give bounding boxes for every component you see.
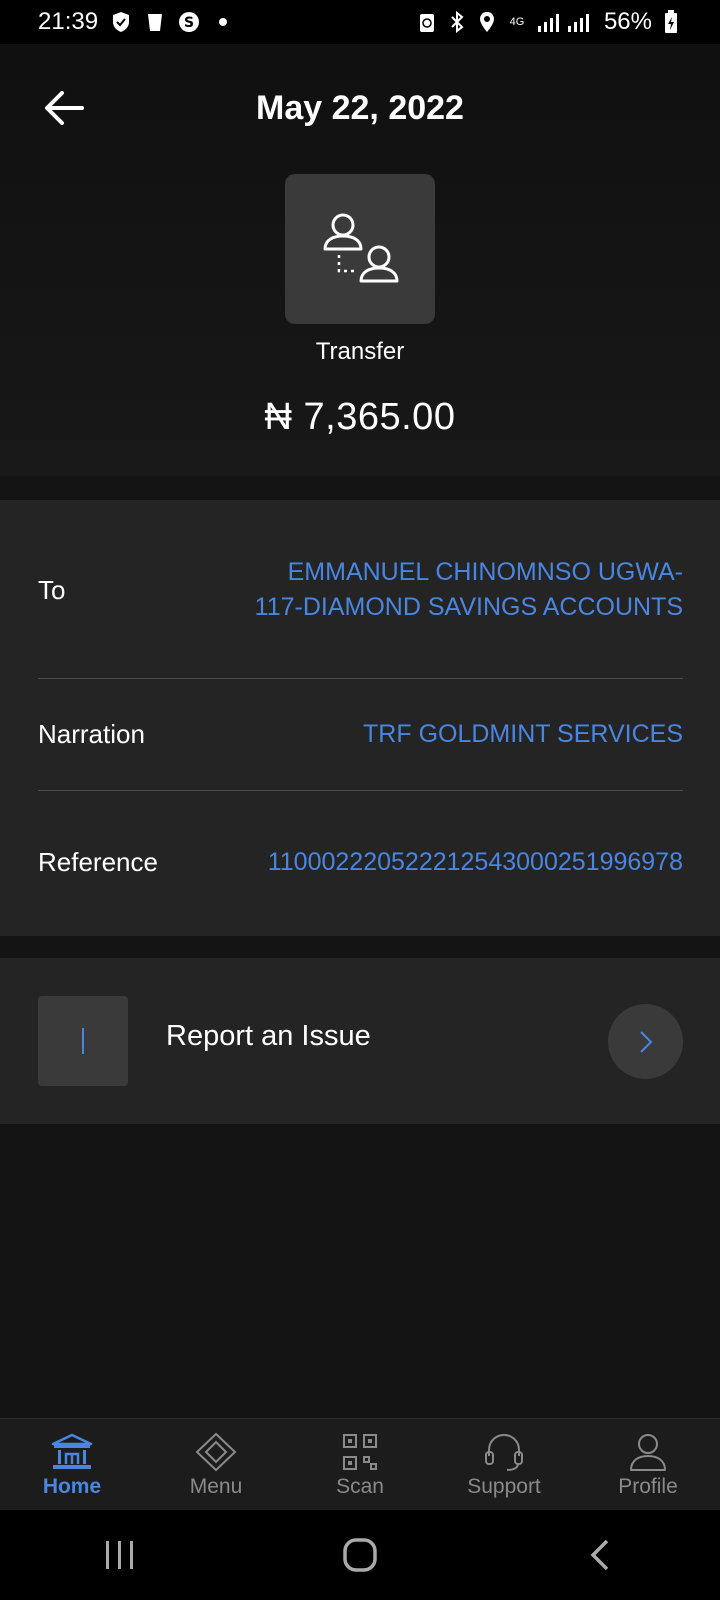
page-title: May 22, 2022	[256, 89, 464, 127]
diamond-menu-icon	[195, 1431, 237, 1473]
nav-support-label: Support	[467, 1475, 541, 1498]
transaction-header: May 22, 2022 Transfer ₦ 7,365.00	[0, 44, 720, 476]
report-issue-arrow[interactable]	[608, 1004, 683, 1079]
status-time: 21:39	[38, 8, 99, 35]
svg-text:S: S	[184, 15, 194, 31]
nav-support[interactable]: Support	[432, 1419, 576, 1510]
trash-icon	[144, 10, 166, 34]
transfer-users-icon	[285, 174, 435, 324]
system-nav-bar	[0, 1510, 720, 1600]
reference-value[interactable]: 110002220522212543000251996978	[218, 845, 683, 880]
dot-icon	[212, 10, 234, 34]
transaction-details-card: To EMMANUEL CHINOMNSO UGWA-117-DIAMOND S…	[0, 500, 720, 936]
detail-row-reference: Reference 110002220522212543000251996978	[38, 826, 683, 898]
transaction-type: Transfer	[315, 338, 405, 365]
report-issue-label: Report an Issue	[166, 1020, 371, 1052]
battery-icon	[660, 10, 682, 34]
nav-profile-label: Profile	[618, 1475, 678, 1498]
detail-row-narration: Narration TRF GOLDMINT SERVICES	[38, 712, 683, 756]
s-app-icon: S	[178, 10, 200, 34]
nav-home[interactable]: Home	[0, 1419, 144, 1510]
nav-profile[interactable]: Profile	[576, 1419, 720, 1510]
narration-value[interactable]: TRF GOLDMINT SERVICES	[363, 717, 683, 752]
nav-menu-label: Menu	[189, 1475, 243, 1498]
qr-scan-icon	[342, 1431, 378, 1473]
headset-icon	[483, 1431, 525, 1473]
nav-scan-label: Scan	[336, 1475, 384, 1498]
profile-icon	[629, 1431, 667, 1473]
recent-apps-icon	[106, 1541, 133, 1569]
detail-row-to: To EMMANUEL CHINOMNSO UGWA-117-DIAMOND S…	[38, 538, 683, 642]
bottom-nav: Home Menu Scan Support Profile	[0, 1418, 720, 1510]
back-system-button[interactable]	[560, 1525, 640, 1585]
sync-icon	[416, 10, 438, 34]
alert-icon	[38, 996, 128, 1086]
transaction-amount: ₦ 7,365.00	[264, 396, 456, 438]
to-label: To	[38, 574, 66, 605]
recent-apps-button[interactable]	[80, 1525, 160, 1585]
reference-label: Reference	[38, 846, 158, 877]
divider	[38, 678, 683, 679]
signal-icon	[536, 10, 596, 34]
location-icon	[476, 10, 498, 34]
nav-menu[interactable]: Menu	[144, 1419, 288, 1510]
battery-percent: 56%	[603, 8, 652, 35]
chevron-right-icon	[639, 1030, 652, 1053]
shield-icon	[110, 10, 132, 34]
to-value[interactable]: EMMANUEL CHINOMNSO UGWA-117-DIAMOND SAVI…	[253, 555, 683, 625]
bank-icon	[50, 1431, 94, 1473]
bluetooth-icon	[446, 10, 468, 34]
nav-home-label: Home	[42, 1475, 102, 1498]
status-bar: 21:39 S 4G 56%	[0, 0, 720, 44]
divider	[38, 790, 683, 791]
network-type: 4G	[509, 16, 525, 28]
home-circle-icon	[343, 1538, 377, 1572]
nav-scan[interactable]: Scan	[288, 1419, 432, 1510]
home-system-button[interactable]	[320, 1525, 400, 1585]
chevron-left-icon	[590, 1539, 609, 1571]
narration-label: Narration	[38, 718, 145, 749]
